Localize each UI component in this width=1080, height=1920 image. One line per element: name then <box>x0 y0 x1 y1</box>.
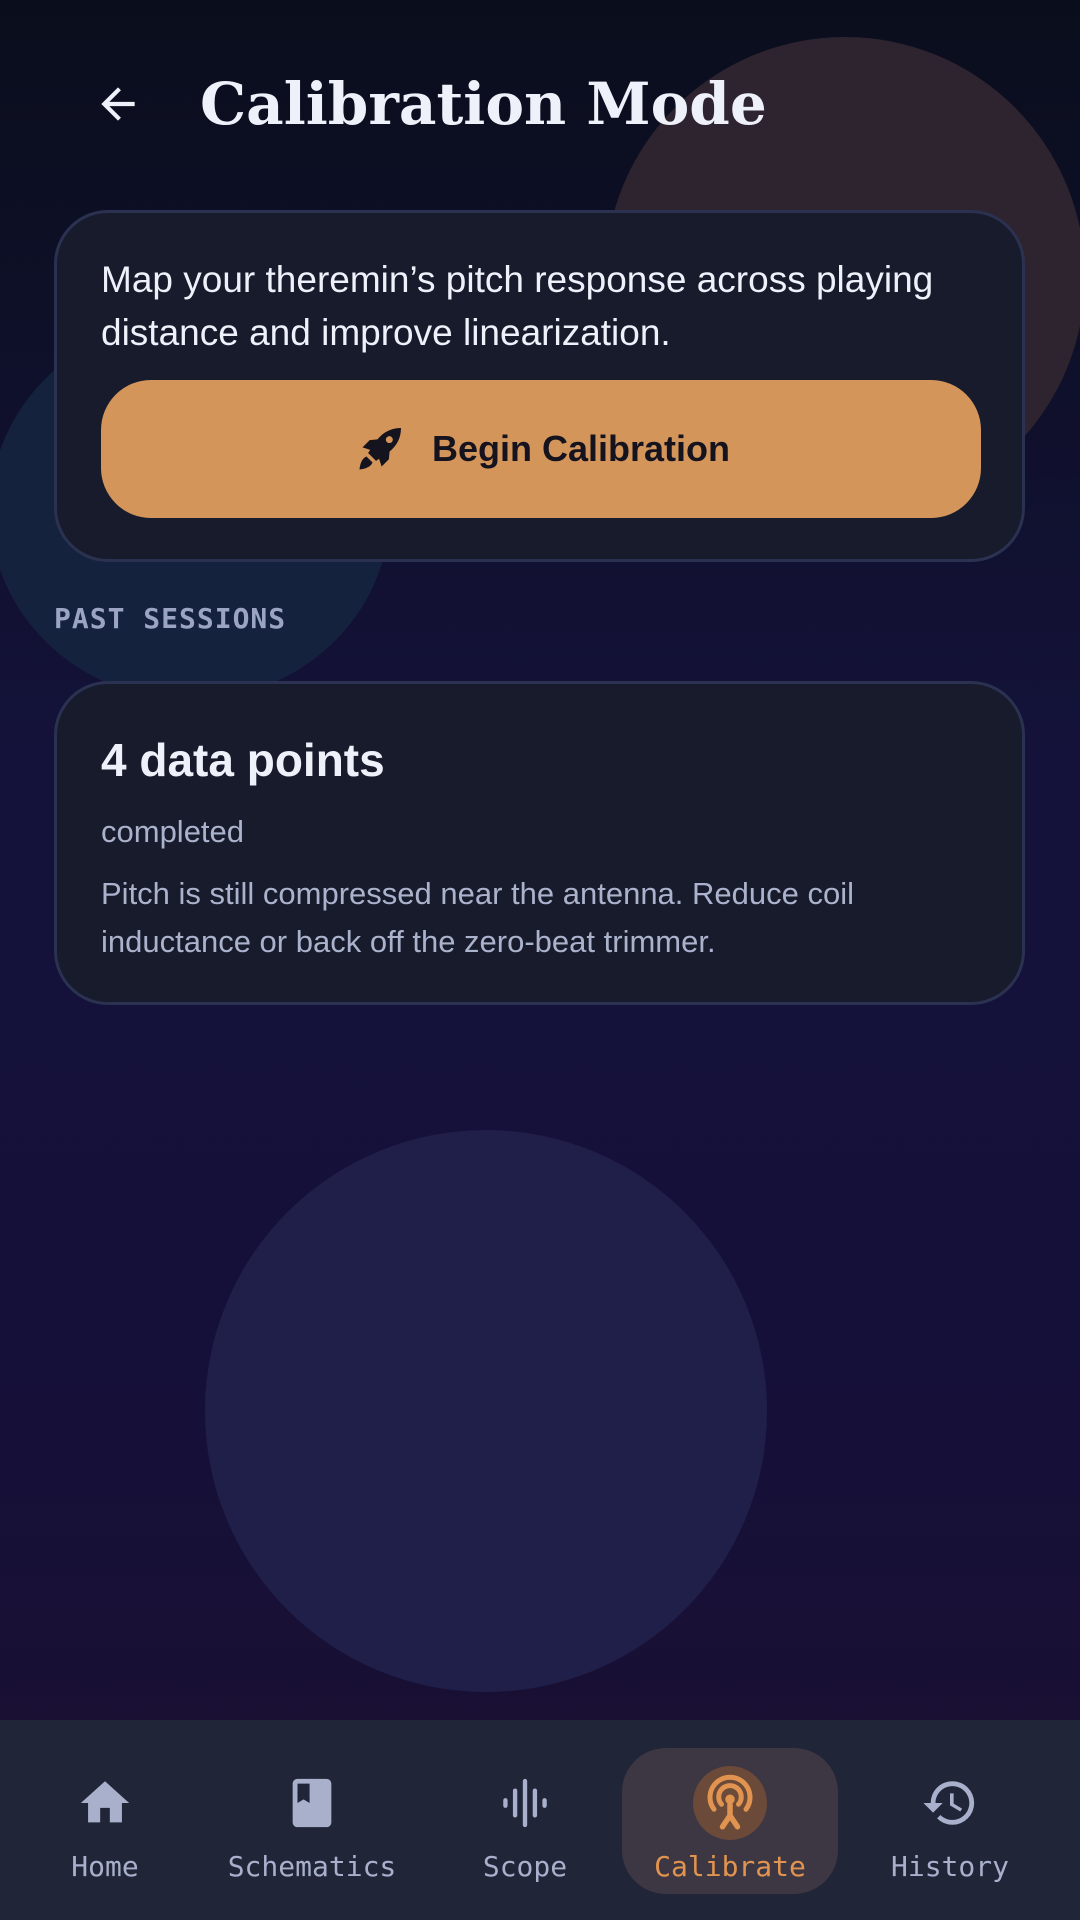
nav-label-schematics: Schematics <box>227 1850 397 1883</box>
decorative-circle-bottom <box>205 1130 767 1692</box>
nav-item-schematics[interactable]: Schematics <box>222 1748 402 1894</box>
rocket-icon <box>352 421 408 477</box>
header: Calibration Mode <box>0 0 1080 210</box>
session-status: completed <box>101 814 245 849</box>
nav-item-history[interactable]: History <box>880 1748 1020 1894</box>
page-title: Calibration Mode <box>200 70 767 138</box>
bottom-nav: Home Schematics Scope Calibrate History <box>0 1720 1080 1920</box>
begin-calibration-label: Begin Calibration <box>431 428 731 469</box>
nav-item-home[interactable]: Home <box>40 1748 170 1894</box>
nav-item-scope[interactable]: Scope <box>465 1748 585 1894</box>
nav-item-calibrate[interactable]: Calibrate <box>622 1748 838 1894</box>
intro-description: Map your theremin’s pitch response acros… <box>101 259 934 353</box>
arrow-left-icon <box>101 87 135 121</box>
session-note: Pitch is still compressed near the anten… <box>101 876 855 959</box>
session-card[interactable]: 4 data points completed Pitch is still c… <box>54 681 1025 1005</box>
waveform-icon <box>488 1766 562 1840</box>
nav-label-home: Home <box>71 1850 139 1883</box>
back-button[interactable] <box>86 72 150 136</box>
begin-calibration-button[interactable]: Begin Calibration <box>101 380 981 518</box>
session-title: 4 data points <box>101 734 385 786</box>
past-sessions-heading: PAST SESSIONS <box>54 602 287 635</box>
history-icon <box>913 1766 987 1840</box>
calibration-intro-card: Map your theremin’s pitch response acros… <box>54 210 1025 562</box>
book-icon <box>275 1766 349 1840</box>
nav-label-history: History <box>890 1850 1009 1883</box>
nav-label-calibrate: Calibrate <box>654 1850 806 1883</box>
nav-label-scope: Scope <box>482 1850 568 1883</box>
home-icon <box>68 1766 142 1840</box>
antenna-icon <box>693 1766 767 1840</box>
